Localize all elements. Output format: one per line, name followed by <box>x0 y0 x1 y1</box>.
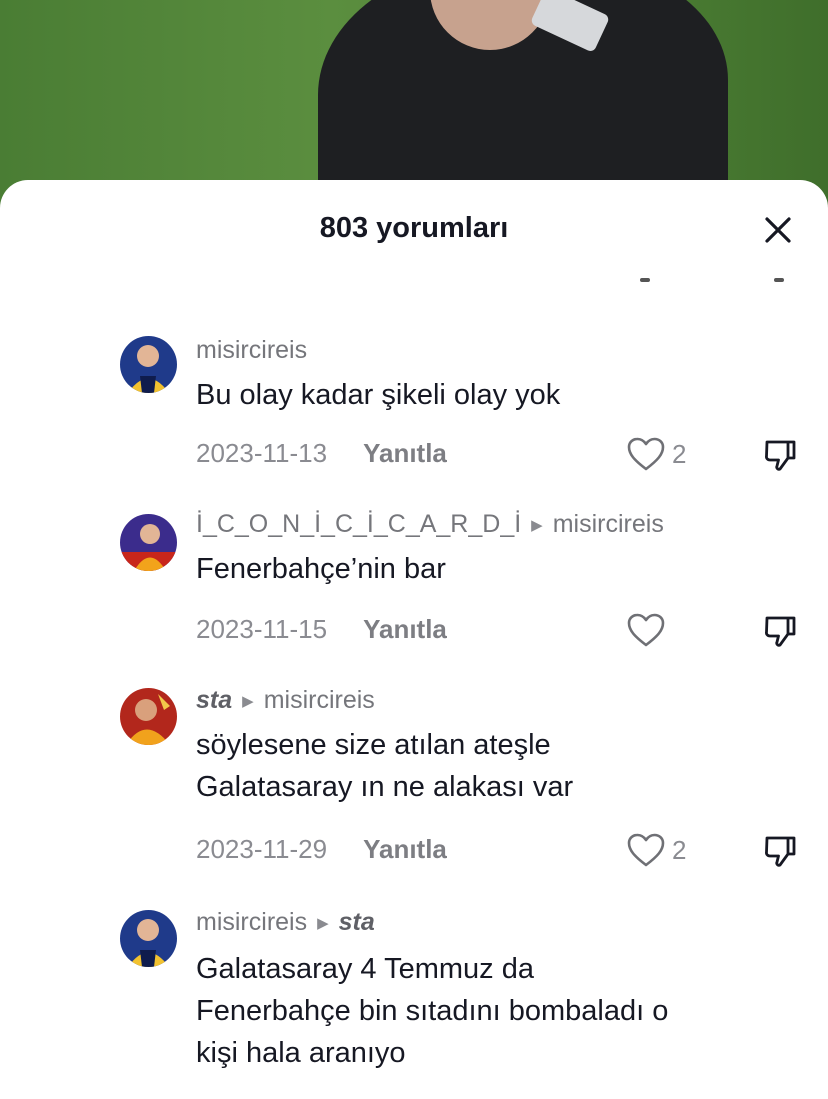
avatar[interactable] <box>120 336 177 393</box>
username-text[interactable]: misircireis <box>196 336 307 365</box>
comment-text-line: Galatasaray 4 Temmuz da <box>196 953 534 985</box>
comments-count-title: 803 yorumları <box>319 212 509 244</box>
comment-text-line: Fenerbahçe’nin bar <box>196 553 446 585</box>
comment-meta: 2023-11-13 Yanıtla <box>196 438 447 469</box>
username-text[interactable]: sta <box>196 686 232 715</box>
comment-username[interactable]: İ_C_O_N_İ_C_İ_C_A_R_D_İ ▶ misircireis <box>196 510 664 539</box>
comment-meta: 2023-11-15 Yanıtla <box>196 614 447 645</box>
comment-text-line: Fenerbahçe bin sıtadını bombaladı o <box>196 995 669 1027</box>
comments-sheet: 803 yorumları misircireis Bu olay kadar … <box>0 180 828 1099</box>
comment-date: 2023-11-29 <box>196 834 328 864</box>
comment-text-line: Bu olay kadar şikeli olay yok <box>196 379 561 411</box>
reply-to-username[interactable]: sta <box>339 908 375 937</box>
like-button[interactable]: 2 <box>626 436 686 472</box>
reply-arrow-icon: ▶ <box>242 692 254 710</box>
username-text[interactable]: misircireis <box>196 908 307 937</box>
reply-to-username[interactable]: misircireis <box>553 510 664 539</box>
heart-icon <box>627 437 665 471</box>
comment-username[interactable]: misircireis ▶ sta <box>196 908 375 937</box>
thumbs-down-icon <box>765 836 796 867</box>
comment-text-line: söylesene size atılan ateşle <box>196 729 551 761</box>
like-button[interactable] <box>626 612 672 648</box>
reply-to-username[interactable]: misircireis <box>264 686 375 715</box>
dislike-button[interactable] <box>762 834 798 870</box>
comment-date: 2023-11-15 <box>196 614 328 644</box>
username-text[interactable]: İ_C_O_N_İ_C_İ_C_A_R_D_İ <box>196 510 521 539</box>
avatar[interactable] <box>120 910 177 967</box>
comment-text: Bu olay kadar şikeli olay yok <box>196 374 796 416</box>
comment-text-line: Galatasaray ın ne alakası var <box>196 771 574 803</box>
reply-button[interactable]: Yanıtla <box>363 614 447 644</box>
reply-arrow-icon: ▶ <box>317 914 329 932</box>
comment-date: 2023-11-13 <box>196 438 328 468</box>
reply-arrow-icon: ▶ <box>531 516 543 534</box>
comment-username[interactable]: sta ▶ misircireis <box>196 686 375 715</box>
comment-meta: 2023-11-29 Yanıtla <box>196 834 447 865</box>
close-icon <box>765 217 791 243</box>
close-button[interactable] <box>756 208 800 252</box>
scroll-hint-mark <box>640 278 650 282</box>
heart-icon <box>627 833 665 867</box>
reply-button[interactable]: Yanıtla <box>363 834 447 864</box>
comment-text: söylesene size atılan ateşle Galatasaray… <box>196 724 796 808</box>
scroll-hint-mark <box>774 278 784 282</box>
comment-text: Fenerbahçe’nin bar <box>196 548 796 590</box>
avatar[interactable] <box>120 688 177 745</box>
heart-icon <box>627 613 665 647</box>
comment-text-line: kişi hala aranıyo <box>196 1037 406 1069</box>
comment-text: Galatasaray 4 Temmuz da Fenerbahçe bin s… <box>196 948 796 1074</box>
thumbs-down-icon <box>765 616 796 647</box>
dislike-button[interactable] <box>762 438 798 474</box>
like-count: 2 <box>672 438 687 469</box>
like-count: 2 <box>672 834 687 865</box>
reply-button[interactable]: Yanıtla <box>363 438 447 468</box>
comment-username[interactable]: misircireis <box>196 336 307 365</box>
dislike-button[interactable] <box>762 614 798 650</box>
avatar[interactable] <box>120 514 177 571</box>
like-button[interactable]: 2 <box>626 832 686 868</box>
thumbs-down-icon <box>765 440 796 471</box>
